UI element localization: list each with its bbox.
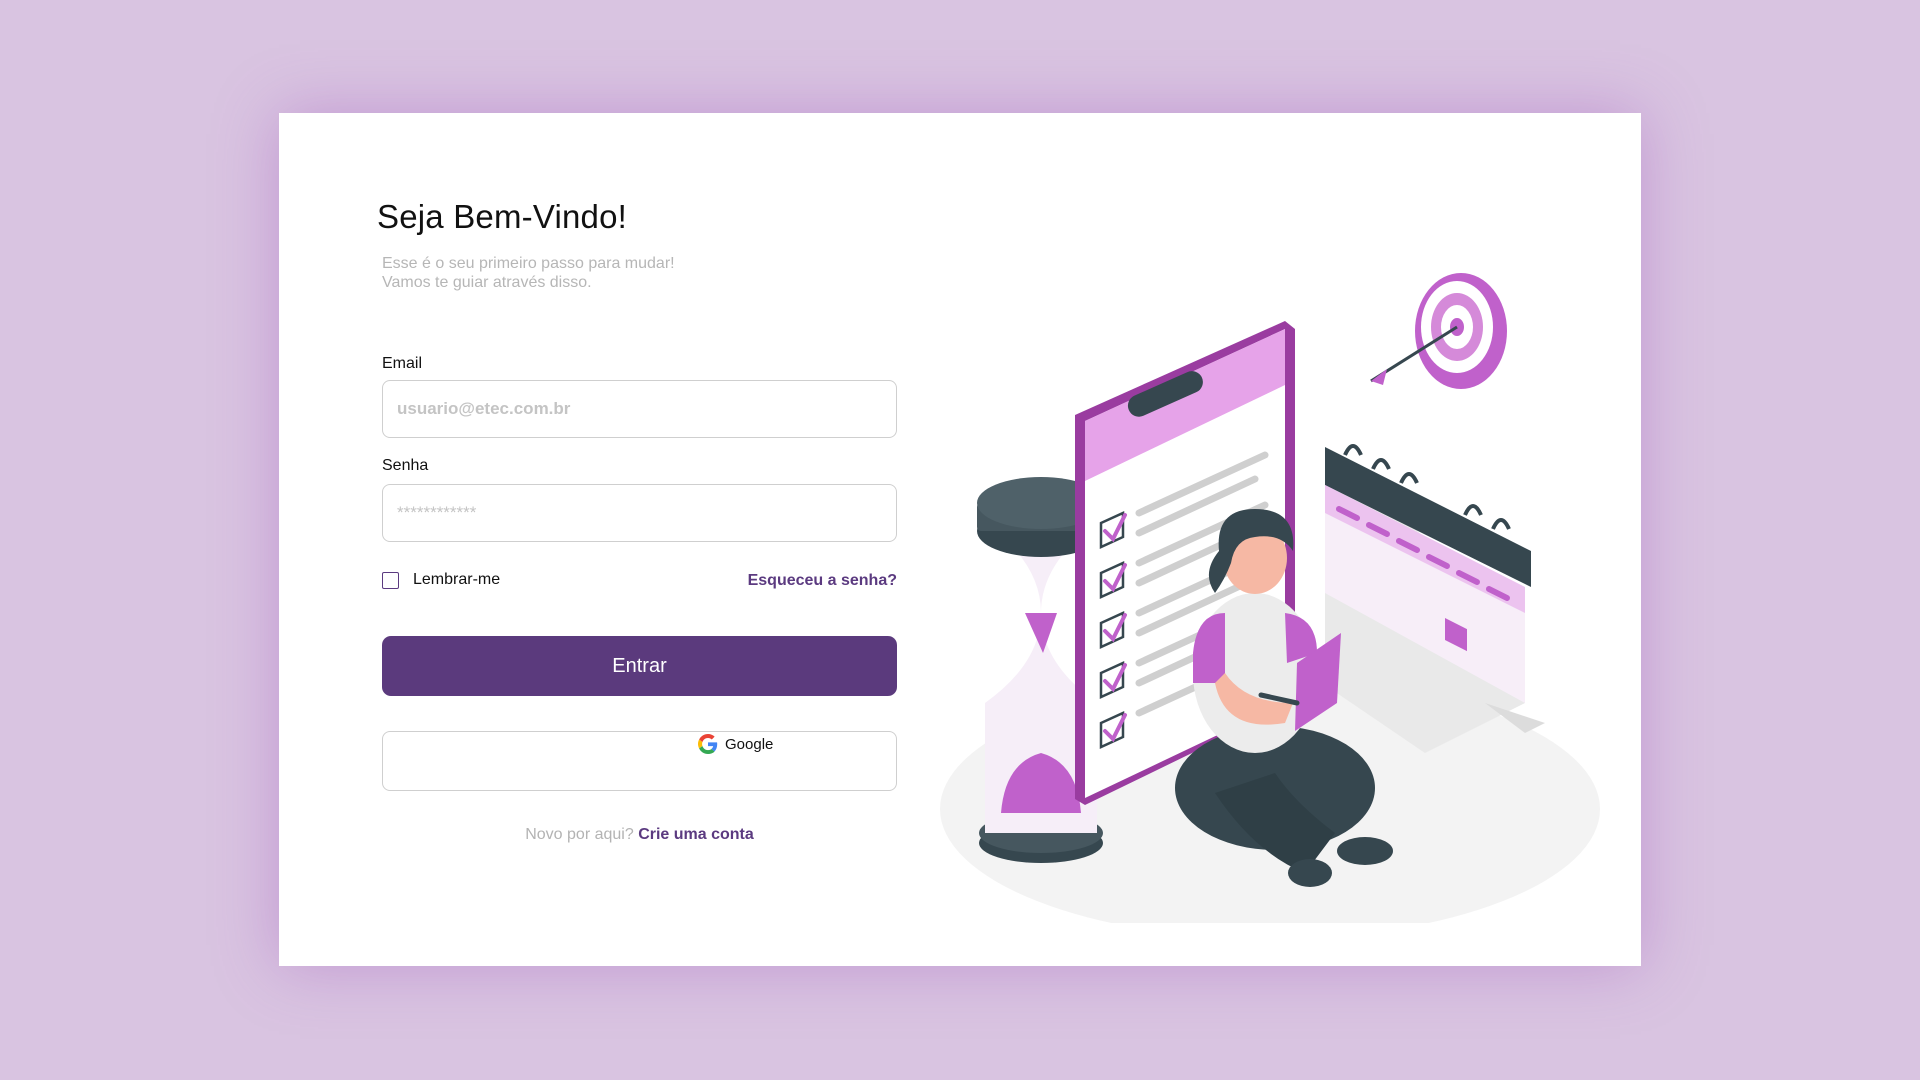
login-card: Seja Bem-Vindo! Esse é o seu primeiro pa… — [279, 113, 1641, 966]
forgot-password-link[interactable]: Esqueceu a senha? — [748, 572, 897, 590]
google-icon — [698, 734, 718, 754]
page-subtitle: Esse é o seu primeiro passo para mudar! … — [382, 254, 675, 292]
google-login-button[interactable]: Google — [382, 731, 897, 791]
signup-prompt-text: Novo por aqui? — [525, 826, 634, 843]
google-button-content: Google — [698, 734, 773, 754]
email-input[interactable] — [382, 380, 897, 438]
password-label: Senha — [382, 457, 429, 474]
checklist-illustration — [940, 273, 1600, 923]
email-label: Email — [382, 355, 423, 372]
google-button-label: Google — [725, 735, 774, 753]
login-button[interactable]: Entrar — [382, 636, 897, 696]
subtitle-line-1: Esse é o seu primeiro passo para mudar! — [382, 255, 675, 272]
calendar-icon — [1325, 444, 1545, 753]
create-account-link[interactable]: Crie uma conta — [638, 826, 754, 843]
remember-me-checkbox[interactable] — [382, 571, 399, 589]
remember-me-option[interactable]: Lembrar-me — [382, 571, 500, 589]
password-input[interactable] — [382, 484, 897, 542]
page-title: Seja Bem-Vindo! — [377, 198, 628, 235]
target-icon — [1370, 273, 1507, 389]
signup-prompt: Novo por aqui? Crie uma conta — [382, 826, 897, 844]
remember-me-label: Lembrar-me — [413, 571, 501, 588]
subtitle-line-2: Vamos te guiar através disso. — [382, 274, 592, 291]
